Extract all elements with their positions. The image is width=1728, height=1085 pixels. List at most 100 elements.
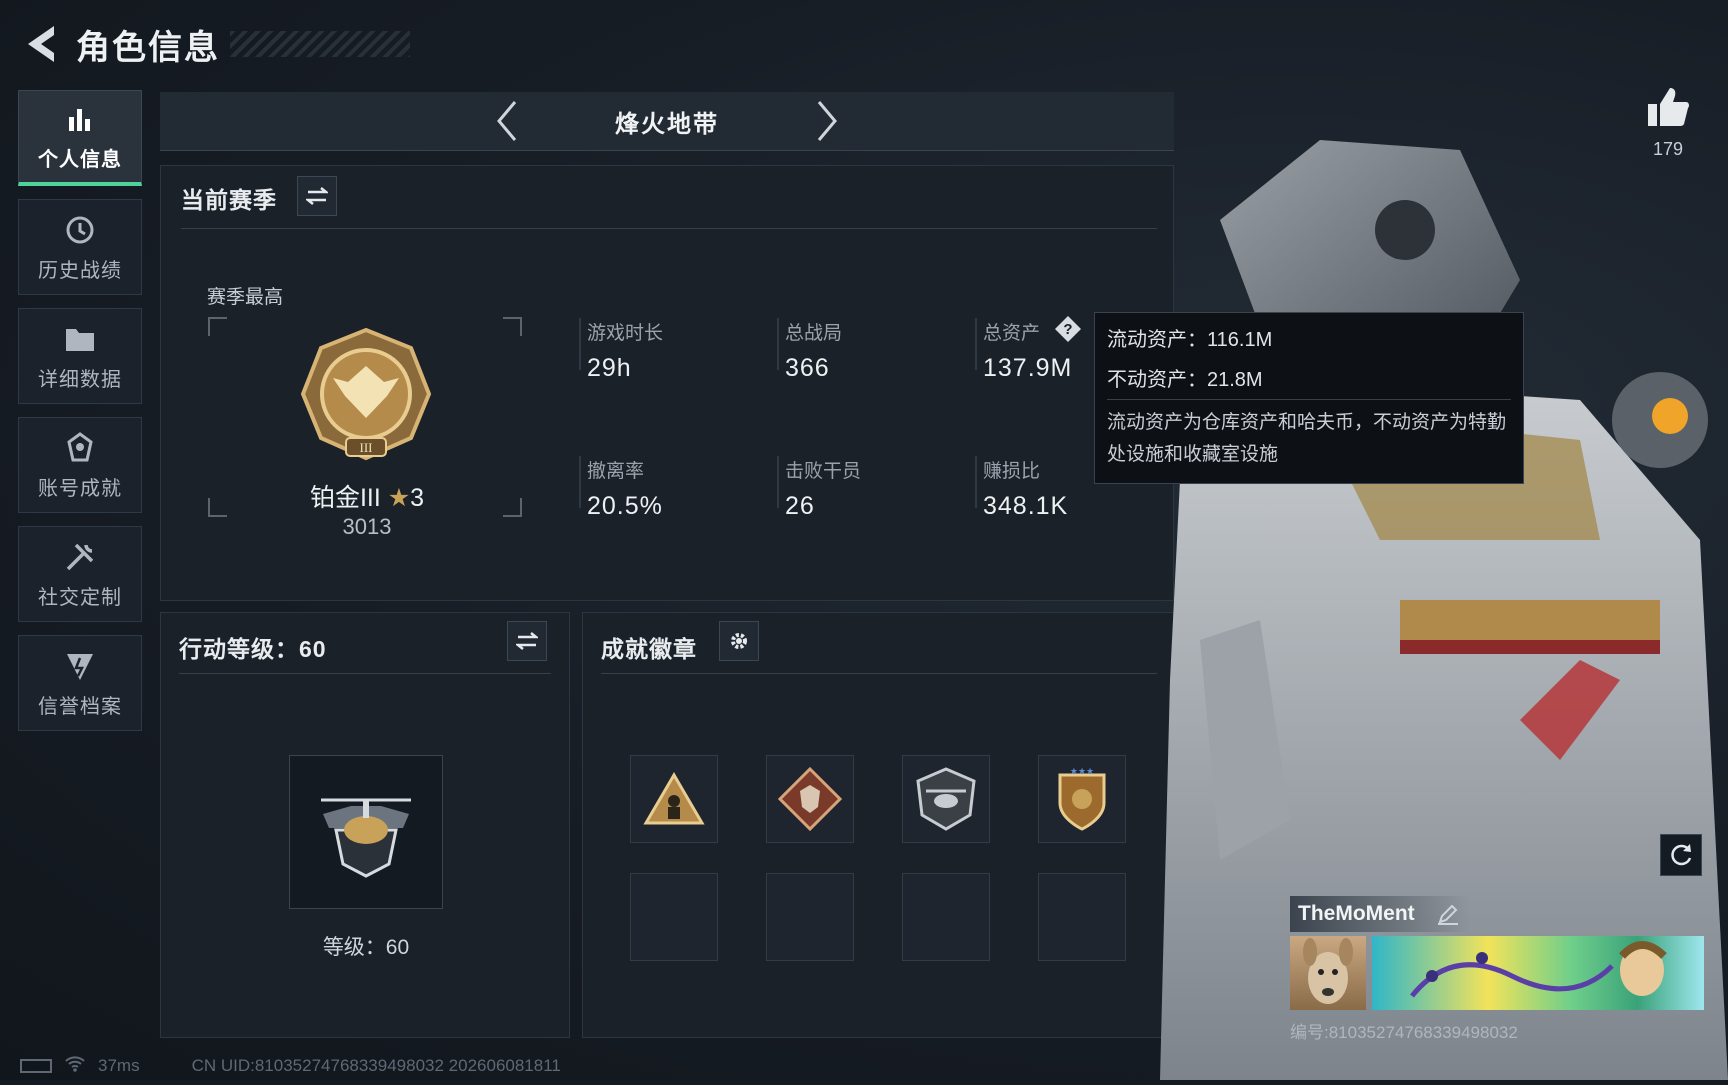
edit-name-button[interactable] <box>1436 902 1462 928</box>
stat-divider <box>777 456 779 508</box>
page-title: 角色信息 <box>76 28 220 67</box>
help-icon: ? <box>1055 316 1081 342</box>
sidebar-item-achievements[interactable]: 账号成就 <box>18 417 142 513</box>
shield-badge-icon: ★★★ <box>1058 767 1106 831</box>
stat-value-total-matches: 366 <box>785 354 830 382</box>
like-widget: 179 <box>1642 86 1694 160</box>
sidebar-item-label: 历史战绩 <box>38 259 122 282</box>
header: 角色信息 <box>20 20 410 68</box>
sidebar-item-label: 信誉档案 <box>38 695 122 718</box>
season-best-label: 赛季最高 <box>207 287 284 308</box>
assets-help-button[interactable]: ? <box>1054 315 1082 343</box>
helicopter-emblem-icon <box>321 798 411 878</box>
chevron-right-icon <box>817 101 837 141</box>
sidebar-item-label: 详细数据 <box>38 368 122 391</box>
uid-text: CN UID:8103527476833949803​2 20260608181… <box>191 1055 561 1075</box>
sidebar: 个人信息 历史战绩 详细数据 账号成就 社交定制 信誉档案 <box>18 90 144 744</box>
stat-value-kills: 26 <box>785 492 815 520</box>
back-arrow-icon <box>28 26 54 62</box>
switch-season-button[interactable] <box>297 176 337 216</box>
player-name: TheMoMent <box>1298 902 1415 925</box>
sidebar-item-label: 社交定制 <box>38 586 122 609</box>
mode-name: 烽火地带 <box>615 110 719 138</box>
stat-label-kills: 击败干员 <box>785 461 862 482</box>
folder-icon <box>62 321 98 357</box>
sidebar-item-detail-data[interactable]: 详细数据 <box>18 308 142 404</box>
gear-icon <box>731 633 747 649</box>
achievement-icon <box>62 430 98 466</box>
name-card-banner[interactable] <box>1372 936 1704 1010</box>
sidebar-item-credit[interactable]: 信誉档案 <box>18 635 142 731</box>
svg-text:?: ? <box>1063 321 1072 338</box>
like-count: 179 <box>1652 139 1684 159</box>
swap-icon <box>306 187 328 205</box>
prev-mode-button[interactable] <box>487 96 527 146</box>
badge-slot-empty[interactable] <box>902 873 990 961</box>
mode-selector: 烽火地带 <box>160 92 1174 151</box>
switch-level-button[interactable] <box>507 621 547 661</box>
svg-text:★★★: ★★★ <box>1070 767 1094 777</box>
badge-slot[interactable] <box>902 755 990 843</box>
stat-divider <box>579 318 581 370</box>
stat-value-total-assets: 137.9M <box>983 354 1073 382</box>
badge-settings-button[interactable] <box>719 621 759 661</box>
divider <box>1107 399 1511 400</box>
status-bar: 37ms CN UID:8103527476833949803​2 202606… <box>20 1054 561 1077</box>
tooltip-description: 流动资产为仓库资产和哈夫币，不动资产为特勤处设施和收藏室设施 <box>1107 412 1507 465</box>
soldiers-badge-icon <box>643 772 705 825</box>
stat-value-play-time: 29h <box>587 354 632 382</box>
badge-slot-empty[interactable] <box>630 873 718 961</box>
divider <box>601 673 1157 674</box>
badge-slot[interactable] <box>630 755 718 843</box>
achievements-title: 成就徽章 <box>601 636 697 662</box>
swap-icon <box>516 632 538 650</box>
stat-divider <box>975 318 977 370</box>
badge-slot[interactable]: ★★★ <box>1038 755 1126 843</box>
season-panel: 当前赛季 赛季最高 III 铂金III ★3 3013 游戏时长 29h 总战局… <box>160 165 1174 601</box>
pencil-icon <box>1438 904 1458 925</box>
back-button[interactable] <box>20 22 64 66</box>
level-emblem-frame <box>289 755 443 909</box>
music-banner-icon <box>1410 941 1667 998</box>
stat-label-total-assets: 总资产 <box>983 323 1041 344</box>
wifi-icon <box>64 1054 86 1077</box>
player-card: TheMoMent 编号:8103527476833949803​2 <box>1290 896 1704 1046</box>
action-level-title: 行动等级：60 <box>179 636 327 662</box>
badge-slot-empty[interactable] <box>766 873 854 961</box>
chevron-left-icon <box>497 101 517 141</box>
helicopter-badge-icon <box>916 767 976 831</box>
bar-chart-icon <box>62 101 98 137</box>
sidebar-item-label: 账号成就 <box>38 477 122 500</box>
sidebar-item-social[interactable]: 社交定制 <box>18 526 142 622</box>
stat-label-total-matches: 总战局 <box>785 323 843 344</box>
ping-text: 37ms <box>98 1055 140 1075</box>
history-icon <box>62 212 98 248</box>
rank-line: 铂金III ★3 <box>269 478 465 514</box>
svg-text:III: III <box>360 440 373 455</box>
sidebar-item-personal-info[interactable]: 个人信息 <box>18 90 142 186</box>
avatar[interactable] <box>1290 936 1366 1010</box>
tooltip-liquid-assets: 流动资产：116.1M <box>1107 329 1273 351</box>
stat-value-profit-ratio: 348.1K <box>983 492 1069 520</box>
badge-slot-empty[interactable] <box>1038 873 1126 961</box>
stat-label-extraction-rate: 撤离率 <box>587 461 645 482</box>
assets-tooltip: 流动资产：116.1M 不动资产：21.8M 流动资产为仓库资产和哈夫币，不动资… <box>1094 312 1524 484</box>
level-text: 等级：60 <box>322 936 410 959</box>
tools-icon <box>62 539 98 575</box>
rank-name: 铂金III <box>309 484 381 512</box>
sidebar-item-history[interactable]: 历史战绩 <box>18 199 142 295</box>
stat-divider <box>579 456 581 508</box>
stat-label-play-time: 游戏时长 <box>587 323 664 344</box>
rotate-model-button[interactable] <box>1660 834 1702 876</box>
wolf-badge-icon <box>778 767 842 831</box>
stat-divider <box>777 318 779 370</box>
rank-stars: 3 <box>410 484 425 512</box>
badge-slot[interactable] <box>766 755 854 843</box>
like-button[interactable] <box>1642 86 1694 133</box>
stat-value-extraction-rate: 20.5% <box>587 492 663 520</box>
stat-label-profit-ratio: 赚损比 <box>983 461 1041 482</box>
next-mode-button[interactable] <box>807 96 847 146</box>
star-icon: ★ <box>387 484 411 512</box>
shield-icon <box>62 648 98 684</box>
achievement-badges-panel: 成就徽章 ★★★ <box>582 612 1174 1038</box>
